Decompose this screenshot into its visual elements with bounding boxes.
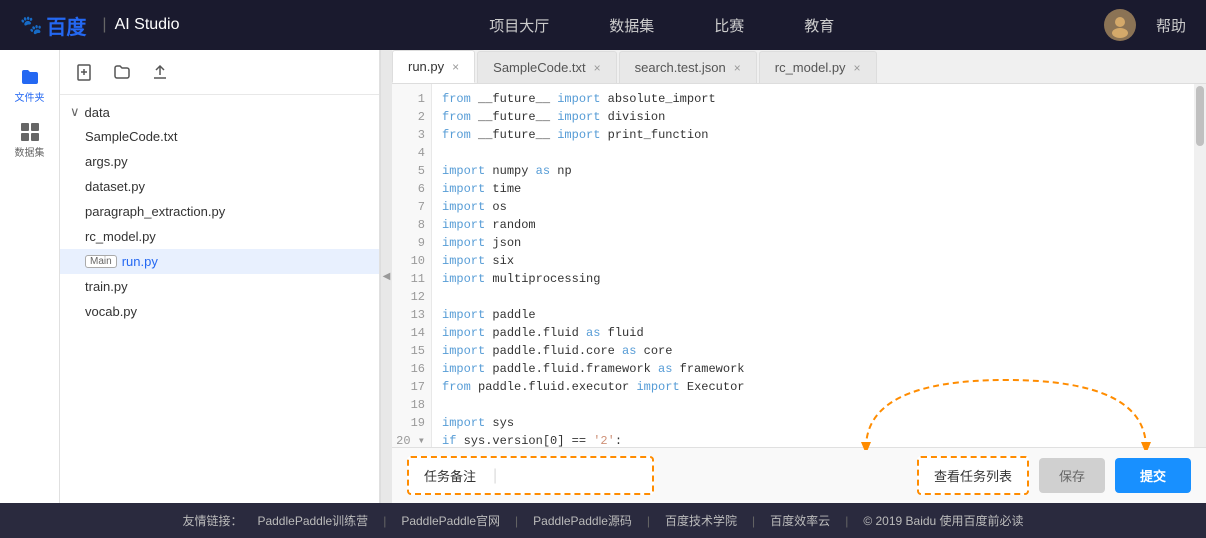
tab-close-button[interactable]: × xyxy=(734,61,741,75)
task-list-button[interactable]: 查看任务列表 xyxy=(917,456,1029,495)
tab-search-test[interactable]: search.test.json × xyxy=(619,51,757,83)
tab-label: rc_model.py xyxy=(775,60,846,75)
filename: rc_model.py xyxy=(85,229,156,244)
tab-close-button[interactable]: × xyxy=(854,61,861,75)
editor-area: run.py × SampleCode.txt × search.test.js… xyxy=(392,50,1206,503)
code-content[interactable]: from __future__ import absolute_import f… xyxy=(432,84,1194,447)
footer-link-efficiency[interactable]: 百度效率云 xyxy=(770,512,830,529)
baidu-logo: 百度 xyxy=(46,11,86,40)
file-toolbar xyxy=(60,50,379,95)
upload-button[interactable] xyxy=(146,58,174,86)
list-item[interactable]: dataset.py xyxy=(60,174,379,199)
list-item[interactable]: train.py xyxy=(60,274,379,299)
sidebar-datasets-label: 数据集 xyxy=(15,144,45,159)
nav-education[interactable]: 教育 xyxy=(804,15,834,36)
tab-run-py[interactable]: run.py × xyxy=(392,50,475,83)
list-item[interactable]: rc_model.py xyxy=(60,224,379,249)
footer-link-paddlesource[interactable]: PaddlePaddle源码 xyxy=(533,512,632,529)
footer-copyright: © 2019 Baidu 使用百度前必读 xyxy=(863,512,1023,529)
filename: dataset.py xyxy=(85,179,145,194)
filename: SampleCode.txt xyxy=(85,129,178,144)
filename: args.py xyxy=(85,154,128,169)
avatar[interactable] xyxy=(1104,9,1136,41)
nav-links: 项目大厅 数据集 比赛 教育 xyxy=(220,15,1104,36)
filename: train.py xyxy=(85,279,128,294)
tab-close-button[interactable]: × xyxy=(452,60,459,74)
tab-samplecode[interactable]: SampleCode.txt × xyxy=(477,51,617,83)
folder-icon xyxy=(20,67,40,87)
filename: run.py xyxy=(122,254,158,269)
code-editor: 12345 678910 1112131415 1617181920 ▾ 212… xyxy=(392,84,1206,447)
bottom-toolbar: 任务备注 | 基线 查看任务列表 保存 提交 xyxy=(392,447,1206,503)
grid-icon xyxy=(20,122,40,142)
new-folder-button[interactable] xyxy=(108,58,136,86)
list-item[interactable]: SampleCode.txt xyxy=(60,124,379,149)
footer-link-paddleofficial[interactable]: PaddlePaddle官网 xyxy=(401,512,500,529)
sidebar-item-datasets[interactable]: 数据集 xyxy=(5,115,55,165)
folder-name: data xyxy=(85,105,110,120)
line-numbers: 12345 678910 1112131415 1617181920 ▾ 212… xyxy=(392,84,432,447)
list-item[interactable]: paragraph_extraction.py xyxy=(60,199,379,224)
tab-rc-model[interactable]: rc_model.py × xyxy=(759,51,877,83)
footer-prefix: 友情链接： xyxy=(182,512,242,529)
logo-paw-icon: 🐾 xyxy=(20,15,42,36)
tab-label: run.py xyxy=(408,59,444,74)
arrow-left-icon: ◀ xyxy=(383,271,391,282)
sidebar-item-files[interactable]: 文件夹 xyxy=(5,60,55,110)
nav-right: 帮助 xyxy=(1104,9,1186,41)
editor-scrollbar[interactable] xyxy=(1194,84,1206,447)
footer-link-techacademy[interactable]: 百度技术学院 xyxy=(665,512,737,529)
logo-area: 🐾 百度 | AI Studio xyxy=(20,11,180,40)
tab-close-button[interactable]: × xyxy=(594,61,601,75)
nav-projects[interactable]: 项目大厅 xyxy=(489,15,549,36)
sidebar-files-label: 文件夹 xyxy=(15,89,45,104)
filename: paragraph_extraction.py xyxy=(85,204,225,219)
main-content: 文件夹 数据集 xyxy=(0,50,1206,503)
logo-separator: | xyxy=(102,16,106,34)
nav-datasets[interactable]: 数据集 xyxy=(609,15,654,36)
scrollbar-thumb xyxy=(1196,86,1204,146)
top-navigation: 🐾 百度 | AI Studio 项目大厅 数据集 比赛 教育 帮助 xyxy=(0,0,1206,50)
submit-button[interactable]: 提交 xyxy=(1115,458,1191,493)
tab-label: SampleCode.txt xyxy=(493,60,586,75)
input-separator: | xyxy=(491,467,499,485)
list-item-active[interactable]: Main run.py xyxy=(60,249,379,274)
baseline-input[interactable] xyxy=(499,460,654,491)
tab-label: search.test.json xyxy=(635,60,726,75)
save-button[interactable]: 保存 xyxy=(1039,458,1105,493)
help-link[interactable]: 帮助 xyxy=(1156,15,1186,36)
task-input-group: 任务备注 | 基线 xyxy=(407,456,654,495)
main-badge: Main xyxy=(85,255,117,268)
folder-data[interactable]: ∨ data xyxy=(60,100,379,124)
new-file-button[interactable] xyxy=(70,58,98,86)
aistudio-label: AI Studio xyxy=(115,16,180,34)
editor-tabs: run.py × SampleCode.txt × search.test.js… xyxy=(392,50,1206,84)
sidebar: 文件夹 数据集 xyxy=(0,50,60,503)
filename: vocab.py xyxy=(85,304,137,319)
panel-collapse-arrow[interactable]: ◀ xyxy=(380,50,392,503)
task-label[interactable]: 任务备注 xyxy=(409,458,491,493)
file-tree: ∨ data SampleCode.txt args.py dataset.py… xyxy=(60,95,379,503)
list-item[interactable]: vocab.py xyxy=(60,299,379,324)
footer: 友情链接： PaddlePaddle训练营 | PaddlePaddle官网 |… xyxy=(0,503,1206,538)
chevron-down-icon: ∨ xyxy=(70,104,80,120)
footer-link-paddlecamp[interactable]: PaddlePaddle训练营 xyxy=(257,512,368,529)
file-panel: ∨ data SampleCode.txt args.py dataset.py… xyxy=(60,50,380,503)
nav-competition[interactable]: 比赛 xyxy=(714,15,744,36)
list-item[interactable]: args.py xyxy=(60,149,379,174)
